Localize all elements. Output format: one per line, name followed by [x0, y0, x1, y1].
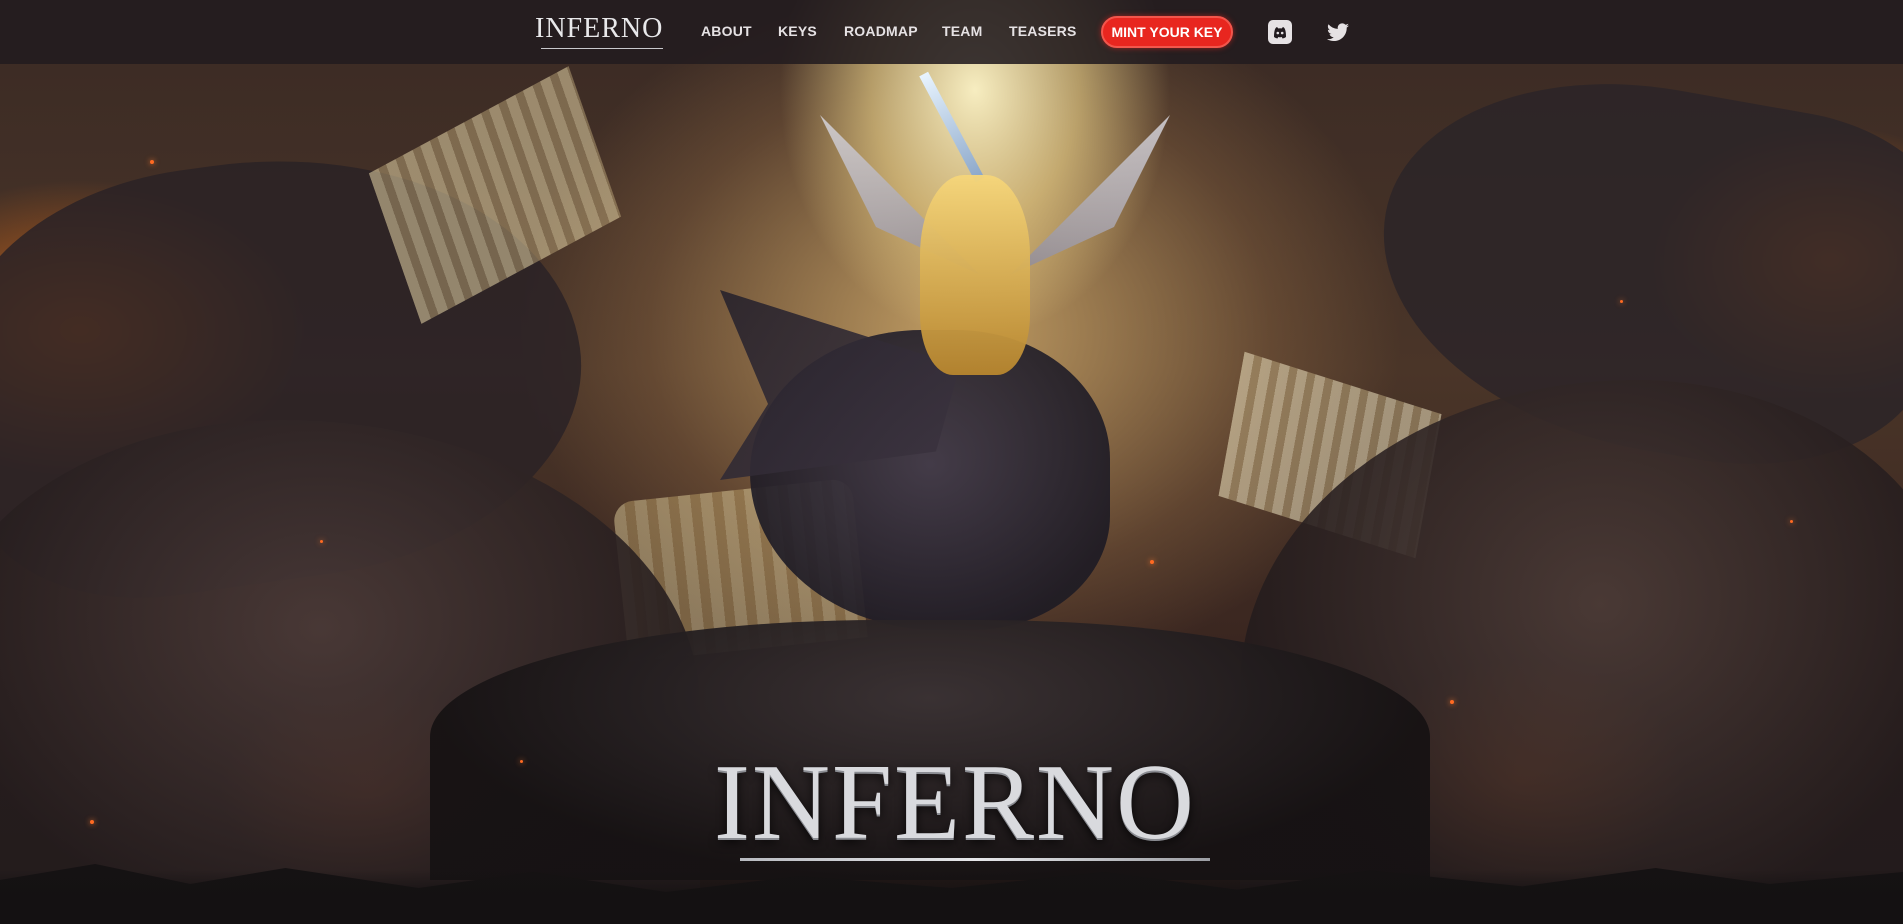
hero-artwork: INFERNO	[0, 0, 1903, 924]
ember	[1620, 300, 1623, 303]
ember	[90, 820, 94, 824]
twitter-icon[interactable]	[1324, 18, 1352, 46]
nav-link-about[interactable]: ABOUT	[701, 22, 752, 40]
top-navbar: INFERNO ABOUT KEYS ROADMAP TEAM TEASERS …	[0, 0, 1903, 64]
site-logo[interactable]: INFERNO	[535, 13, 664, 51]
ember	[320, 540, 323, 543]
ember	[520, 760, 523, 763]
ember	[1790, 520, 1793, 523]
mint-your-key-button[interactable]: MINT YOUR KEY	[1101, 16, 1233, 48]
nav-link-team[interactable]: TEAM	[942, 22, 982, 40]
ember	[150, 160, 154, 164]
angel-sword	[919, 71, 985, 183]
nav-link-roadmap[interactable]: ROADMAP	[844, 22, 918, 40]
nav-link-keys[interactable]: KEYS	[778, 22, 817, 40]
ember	[1150, 560, 1154, 564]
nav-link-teasers[interactable]: TEASERS	[1009, 22, 1077, 40]
hero-title: INFERNO	[713, 743, 1197, 862]
logo-underline	[541, 48, 664, 49]
discord-icon[interactable]	[1266, 18, 1294, 46]
golden-angel	[920, 175, 1030, 375]
bottom-fade	[0, 870, 1903, 924]
angel-wing-right	[1010, 115, 1170, 275]
ember	[1450, 700, 1454, 704]
hero-title-underline	[740, 858, 1210, 861]
logo-text: INFERNO	[535, 13, 664, 44]
